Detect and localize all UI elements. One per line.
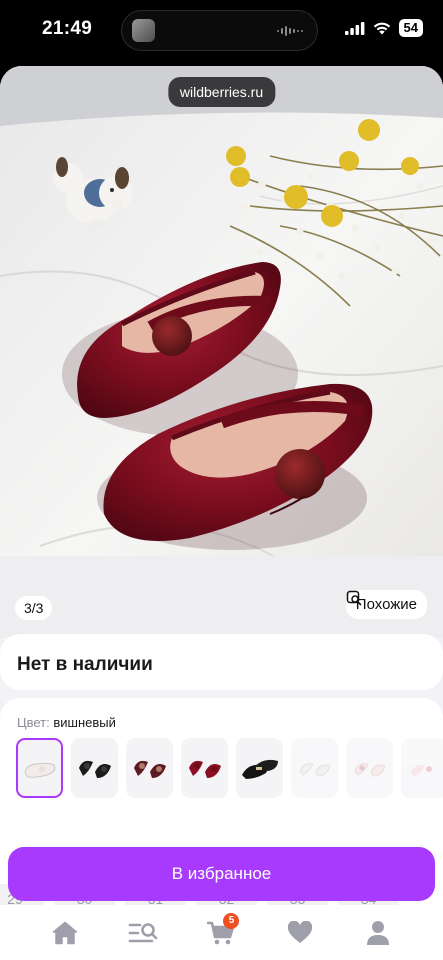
dynamic-island[interactable] (121, 10, 318, 51)
color-value: вишневый (53, 715, 116, 730)
nav-profile[interactable] (358, 913, 398, 953)
swatch-shoe-image (410, 764, 432, 776)
status-indicators: 54 (344, 19, 423, 37)
color-swatch[interactable] (401, 738, 443, 798)
color-swatch[interactable] (346, 738, 393, 798)
swatch-shoe-image (78, 760, 111, 778)
heart-icon (287, 920, 312, 943)
similar-button[interactable]: Похожие (345, 590, 427, 619)
image-counter: 3/3 (15, 596, 53, 620)
cart-count-badge: 5 (223, 912, 240, 929)
availability-status: Нет в наличии (17, 654, 153, 675)
swatch-shoe-image (298, 763, 331, 777)
url-bar[interactable]: wildberries.ru (167, 77, 276, 107)
availability-card: Нет в наличии (0, 634, 443, 690)
color-label-prefix: Цвет: (17, 715, 50, 730)
battery-indicator: 54 (398, 19, 423, 37)
swatch-shoe-image (241, 759, 278, 779)
now-playing-thumbnail (132, 19, 155, 42)
color-swatches (16, 738, 443, 798)
home-icon (52, 921, 78, 944)
color-swatch[interactable] (71, 738, 118, 798)
product-photo (0, 66, 443, 638)
similar-label: Похожие (355, 596, 417, 613)
color-swatch[interactable] (126, 738, 173, 798)
catalog-search-icon (128, 922, 158, 942)
product-gallery[interactable]: 3/3 Похожие (0, 66, 443, 638)
color-swatch[interactable] (16, 738, 63, 798)
similar-search-icon (346, 590, 362, 606)
color-label: Цвет: вишневый (17, 715, 116, 730)
add-to-favorites-button[interactable]: В избранное (8, 847, 435, 901)
nav-home[interactable] (45, 913, 85, 953)
status-time: 21:49 (42, 18, 93, 39)
swatch-shoe-image (353, 763, 386, 777)
swatch-shoe-image (23, 762, 55, 778)
bottom-nav: 5 (0, 905, 443, 960)
wifi-icon (373, 22, 390, 34)
nav-catalog[interactable] (123, 913, 163, 953)
nav-cart[interactable]: 5 (201, 912, 241, 953)
swatch-shoe-image (188, 760, 221, 778)
audio-wave-icon (277, 26, 303, 36)
color-swatch[interactable] (236, 738, 283, 798)
swatch-shoe-image (133, 760, 166, 778)
status-bar: 21:49 54 (0, 0, 443, 62)
profile-icon (366, 920, 389, 945)
page-sheet: wildberries.ru 3/3 Похожие Нет в наличии… (0, 66, 443, 960)
color-swatch[interactable] (181, 738, 228, 798)
color-swatch[interactable] (291, 738, 338, 798)
signal-icon (344, 21, 364, 35)
nav-favorites[interactable] (280, 913, 320, 953)
